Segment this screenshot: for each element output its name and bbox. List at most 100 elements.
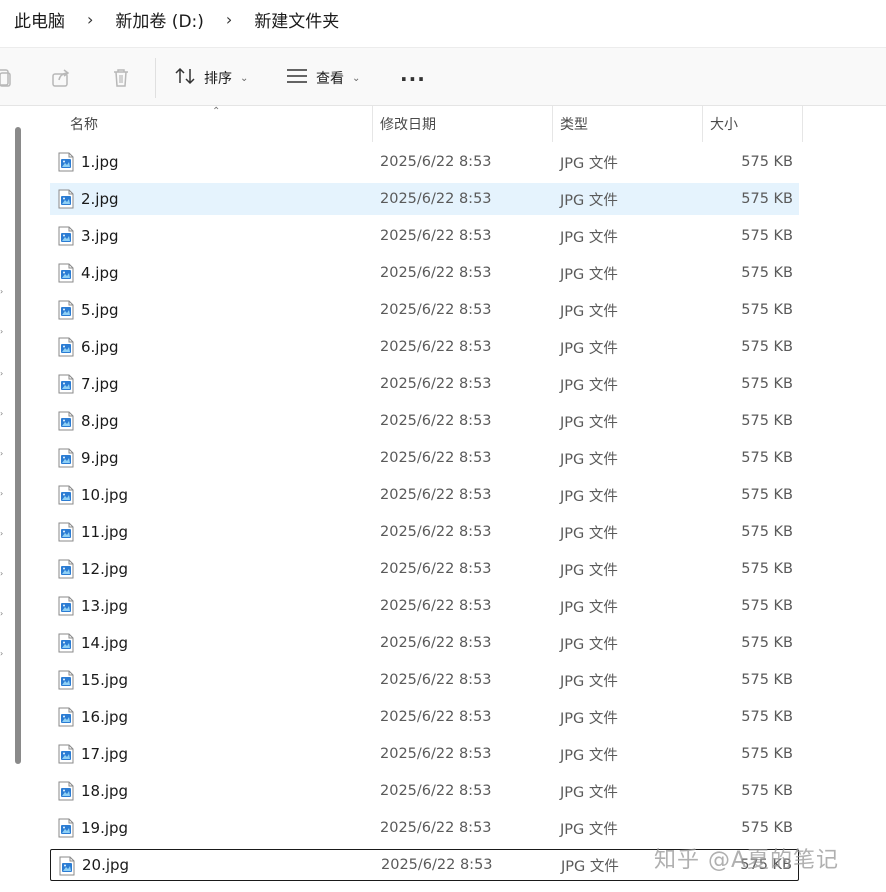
expand-arrow-icon[interactable]: › bbox=[0, 450, 5, 458]
file-name: 11.jpg bbox=[81, 523, 129, 541]
file-modified-date: 2025/6/22 8:53 bbox=[380, 709, 492, 725]
column-divider[interactable] bbox=[372, 106, 373, 142]
file-size: 575 KB bbox=[741, 598, 793, 614]
file-type: JPG 文件 bbox=[560, 414, 618, 431]
expand-arrow-icon[interactable]: › bbox=[0, 370, 5, 378]
expand-arrow-icon[interactable]: › bbox=[0, 610, 5, 618]
file-size: 575 KB bbox=[741, 783, 793, 799]
file-row[interactable]: 14.jpg 2025/6/22 8:53 JPG 文件 575 KB bbox=[50, 627, 799, 659]
file-row[interactable]: 4.jpg 2025/6/22 8:53 JPG 文件 575 KB bbox=[50, 257, 799, 289]
file-type: JPG 文件 bbox=[560, 192, 618, 209]
file-row[interactable]: 15.jpg 2025/6/22 8:53 JPG 文件 575 KB bbox=[50, 664, 799, 696]
file-size: 575 KB bbox=[741, 154, 793, 170]
column-date[interactable]: 修改日期 bbox=[380, 106, 436, 142]
file-type: JPG 文件 bbox=[561, 858, 619, 875]
jpg-file-icon bbox=[58, 448, 74, 468]
expand-arrow-icon[interactable]: › bbox=[0, 328, 5, 336]
file-row[interactable]: 6.jpg 2025/6/22 8:53 JPG 文件 575 KB bbox=[50, 331, 799, 363]
breadcrumb-item-drive-d[interactable]: 新加卷 (D:) bbox=[115, 7, 204, 32]
column-divider[interactable] bbox=[802, 106, 803, 142]
column-type[interactable]: 类型 bbox=[560, 106, 588, 142]
jpg-file-icon bbox=[59, 856, 75, 876]
file-size: 575 KB bbox=[741, 228, 793, 244]
file-name: 2.jpg bbox=[81, 190, 119, 208]
column-divider[interactable] bbox=[552, 106, 553, 142]
expand-arrow-icon[interactable]: › bbox=[0, 288, 5, 296]
file-row[interactable]: 17.jpg 2025/6/22 8:53 JPG 文件 575 KB bbox=[50, 738, 799, 770]
jpg-file-icon bbox=[58, 189, 74, 209]
breadcrumb-separator-icon[interactable]: › bbox=[87, 10, 93, 29]
chevron-down-icon: ⌄ bbox=[352, 72, 361, 84]
file-type: JPG 文件 bbox=[560, 673, 618, 690]
file-modified-date: 2025/6/22 8:53 bbox=[380, 154, 492, 170]
command-bar: 排序 ⌄ 查看 ⌄ ··· bbox=[0, 47, 886, 106]
expand-arrow-icon[interactable]: › bbox=[0, 570, 5, 578]
jpg-file-icon bbox=[58, 781, 74, 801]
file-name: 12.jpg bbox=[81, 560, 129, 578]
file-modified-date: 2025/6/22 8:53 bbox=[380, 413, 492, 429]
file-type: JPG 文件 bbox=[560, 303, 618, 320]
column-size[interactable]: 大小 bbox=[710, 106, 738, 142]
file-modified-date: 2025/6/22 8:53 bbox=[380, 487, 492, 503]
file-type: JPG 文件 bbox=[560, 377, 618, 394]
expand-arrow-icon[interactable]: › bbox=[0, 490, 5, 498]
more-icon[interactable]: ··· bbox=[400, 67, 426, 91]
file-row[interactable]: 5.jpg 2025/6/22 8:53 JPG 文件 575 KB bbox=[50, 294, 799, 326]
file-modified-date: 2025/6/22 8:53 bbox=[380, 635, 492, 651]
expand-arrow-icon[interactable]: › bbox=[0, 530, 5, 538]
file-size: 575 KB bbox=[741, 672, 793, 688]
file-size: 575 KB bbox=[741, 413, 793, 429]
breadcrumb-item-current-folder[interactable]: 新建文件夹 bbox=[254, 7, 339, 32]
file-name: 9.jpg bbox=[81, 449, 119, 467]
chevron-down-icon: ⌄ bbox=[240, 72, 249, 84]
delete-icon[interactable] bbox=[108, 65, 134, 91]
share-icon[interactable] bbox=[48, 65, 74, 91]
file-name: 1.jpg bbox=[81, 153, 119, 171]
expand-arrow-icon[interactable]: › bbox=[0, 410, 5, 418]
view-icon bbox=[286, 68, 308, 88]
file-modified-date: 2025/6/22 8:53 bbox=[380, 228, 492, 244]
file-type: JPG 文件 bbox=[560, 525, 618, 542]
sort-label: 排序 bbox=[204, 71, 232, 87]
breadcrumb-separator-icon[interactable]: › bbox=[226, 10, 232, 29]
file-modified-date: 2025/6/22 8:53 bbox=[380, 302, 492, 318]
file-row[interactable]: 12.jpg 2025/6/22 8:53 JPG 文件 575 KB bbox=[50, 553, 799, 585]
file-row[interactable]: 18.jpg 2025/6/22 8:53 JPG 文件 575 KB bbox=[50, 775, 799, 807]
file-name: 18.jpg bbox=[81, 782, 129, 800]
file-row[interactable]: 11.jpg 2025/6/22 8:53 JPG 文件 575 KB bbox=[50, 516, 799, 548]
file-row[interactable]: 7.jpg 2025/6/22 8:53 JPG 文件 575 KB bbox=[50, 368, 799, 400]
file-row[interactable]: 19.jpg 2025/6/22 8:53 JPG 文件 575 KB bbox=[50, 812, 799, 844]
navigation-pane-scrollbar[interactable] bbox=[15, 127, 21, 764]
file-row[interactable]: 10.jpg 2025/6/22 8:53 JPG 文件 575 KB bbox=[50, 479, 799, 511]
file-row[interactable]: 8.jpg 2025/6/22 8:53 JPG 文件 575 KB bbox=[50, 405, 799, 437]
file-row[interactable]: 9.jpg 2025/6/22 8:53 JPG 文件 575 KB bbox=[50, 442, 799, 474]
file-row[interactable]: 2.jpg 2025/6/22 8:53 JPG 文件 575 KB bbox=[50, 183, 799, 215]
file-name: 6.jpg bbox=[81, 338, 119, 356]
view-button[interactable]: 查看 ⌄ bbox=[286, 62, 360, 94]
file-size: 575 KB bbox=[741, 450, 793, 466]
file-type: JPG 文件 bbox=[560, 710, 618, 727]
file-name: 19.jpg bbox=[81, 819, 129, 837]
file-row[interactable]: 3.jpg 2025/6/22 8:53 JPG 文件 575 KB bbox=[50, 220, 799, 252]
sort-ascending-icon: ⌃ bbox=[212, 106, 221, 117]
jpg-file-icon bbox=[58, 226, 74, 246]
sort-button[interactable]: 排序 ⌄ bbox=[174, 62, 248, 94]
file-name: 14.jpg bbox=[81, 634, 129, 652]
file-row[interactable]: 1.jpg 2025/6/22 8:53 JPG 文件 575 KB bbox=[50, 146, 799, 178]
file-type: JPG 文件 bbox=[560, 155, 618, 172]
copy-icon[interactable] bbox=[0, 65, 16, 91]
column-name[interactable]: 名称 bbox=[70, 106, 98, 142]
file-type: JPG 文件 bbox=[560, 636, 618, 653]
file-row[interactable]: 16.jpg 2025/6/22 8:53 JPG 文件 575 KB bbox=[50, 701, 799, 733]
jpg-file-icon bbox=[58, 522, 74, 542]
jpg-file-icon bbox=[58, 633, 74, 653]
expand-arrow-icon[interactable]: › bbox=[0, 650, 5, 658]
column-divider[interactable] bbox=[702, 106, 703, 142]
file-name: 16.jpg bbox=[81, 708, 129, 726]
file-row[interactable]: 13.jpg 2025/6/22 8:53 JPG 文件 575 KB bbox=[50, 590, 799, 622]
breadcrumb-item-this-pc[interactable]: 此电脑 bbox=[14, 7, 65, 32]
file-modified-date: 2025/6/22 8:53 bbox=[380, 672, 492, 688]
column-header: ⌃ 名称 修改日期 类型 大小 bbox=[0, 106, 886, 142]
file-size: 575 KB bbox=[741, 561, 793, 577]
jpg-file-icon bbox=[58, 744, 74, 764]
